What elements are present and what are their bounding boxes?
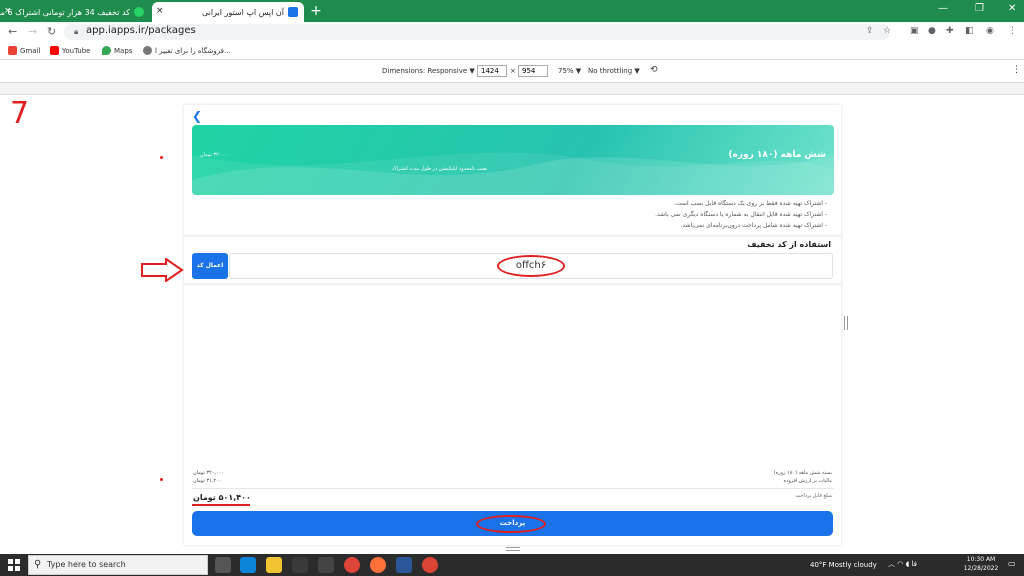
bookmark-label: Maps (114, 46, 133, 55)
annotation-ellipse (497, 255, 565, 277)
back-arrow-icon[interactable]: ← (8, 25, 17, 38)
package-line: بسته شش ماهه (۱۸۰ روزه) (773, 470, 832, 476)
tab-title: کد تخفیف 34 هزار تومانی اشتراک 6 ما... (0, 7, 130, 17)
network-icon[interactable]: ◠ (897, 560, 903, 568)
menu-dots-icon[interactable]: ⋮ (1008, 26, 1017, 36)
globe-icon (143, 46, 152, 55)
extension-icon[interactable]: ▣ (910, 26, 919, 36)
chrome-icon[interactable] (344, 557, 360, 573)
bookmark-label: فروشگاه را برای تغییر ا... (155, 46, 231, 55)
search-placeholder: Type here to search (47, 560, 126, 569)
step-number-annotation: 7 (10, 96, 30, 131)
section-divider (184, 283, 841, 286)
bookmark-gmail[interactable]: Gmail (8, 46, 40, 55)
edge-icon[interactable] (240, 557, 256, 573)
discount-label: استفاده از کد تخفیف (747, 240, 831, 249)
clock-date[interactable]: 12/28/2022 (963, 565, 999, 572)
vat-line: مالیات بر ارزش افزوده (783, 478, 832, 484)
bookmark-label: Gmail (20, 46, 41, 55)
windows-start-icon[interactable] (8, 559, 20, 571)
tray-arrow-icon[interactable]: ︿ (888, 560, 895, 568)
forward-arrow-icon[interactable]: → (28, 25, 37, 38)
annotation-dot (160, 156, 163, 159)
tab-title: آن اپس اپ استور ایرانی (202, 7, 284, 17)
sidepanel-icon[interactable]: ◧ (965, 26, 974, 36)
task-view-icon[interactable] (215, 557, 231, 573)
banner-waves (192, 152, 834, 195)
puzzle-icon[interactable]: ✚ (946, 26, 954, 36)
bookmark-youtube[interactable]: YouTube (50, 46, 90, 55)
feature-item: - اشتراک تهیه شده شامل پرداخت درون‌برنام… (680, 222, 827, 229)
dimension-separator: × (510, 67, 516, 75)
whatsapp-icon (134, 7, 144, 17)
url-text[interactable]: app.iapps.ir/packages (86, 25, 196, 36)
iapps-logo-icon (288, 7, 298, 17)
package-title: شش ماهه (۱۸۰ روزه) (728, 150, 826, 160)
dimensions-select[interactable]: Dimensions: Responsive ▼ (382, 67, 475, 75)
summary-divider (192, 488, 834, 489)
vat-amount: ۳۱,۲۰۰ تومان (193, 478, 222, 484)
profile-circle-icon[interactable]: ● (928, 26, 936, 36)
clock-time[interactable]: 10:30 AM (963, 556, 999, 563)
browser-tab-iapps[interactable]: آن اپس اپ استور ایرانی × (152, 2, 304, 22)
width-input[interactable]: 1424 (477, 65, 507, 77)
height-input[interactable]: 954 (518, 65, 548, 77)
new-tab-button[interactable]: + (308, 3, 324, 19)
gmail-icon (8, 46, 17, 55)
rotate-icon[interactable]: ⟲ (650, 65, 658, 75)
notification-icon[interactable]: ▭ (1008, 559, 1016, 568)
resize-handle-bottom[interactable] (506, 547, 520, 551)
apply-code-button[interactable]: اعمال کد (192, 253, 228, 279)
media-query-ruler (0, 83, 1024, 95)
lock-icon[interactable]: 🔒︎ (74, 27, 78, 37)
maps-icon (102, 46, 111, 55)
volume-icon[interactable]: ◖ (906, 560, 910, 568)
bookmark-label: YouTube (62, 46, 91, 55)
resize-handle-right[interactable] (844, 316, 848, 330)
file-explorer-icon[interactable] (266, 557, 282, 573)
window-close-icon[interactable]: ✕ (1008, 3, 1016, 14)
store-icon[interactable] (292, 557, 308, 573)
annotation-ellipse (476, 515, 546, 533)
throttling-select[interactable]: No throttling ▼ (588, 67, 640, 75)
zoom-select[interactable]: 75% ▼ (558, 67, 581, 75)
annotation-dot (160, 478, 163, 481)
package-amount: ۳۲۰,۰۰۰ تومان (193, 470, 225, 476)
reload-icon[interactable]: ↻ (47, 25, 56, 38)
mail-icon[interactable] (318, 557, 334, 573)
package-note: نصب نامحدود اپلیکیشن در طول مدت اشتراک (392, 166, 488, 172)
annotation-arrow-icon (141, 258, 184, 282)
annotation-underline (192, 504, 250, 506)
chrome-icon[interactable] (422, 557, 438, 573)
word-icon[interactable] (396, 557, 412, 573)
payable-label: مبلغ قابل پرداخت (795, 493, 832, 499)
avatar[interactable]: ◉ (986, 26, 994, 36)
section-divider (184, 234, 841, 237)
search-icon: ⚲ (34, 559, 42, 570)
feature-item: - اشتراک تهیه شده فقط بر روی یک دستگاه ق… (674, 200, 827, 207)
close-icon[interactable]: × (156, 6, 164, 16)
package-banner: شش ماهه (۱۸۰ روزه) ۳۲۰۰۰۰ تومان نصب نامح… (192, 125, 834, 195)
minimize-icon[interactable]: — (938, 3, 948, 14)
bookmark-maps[interactable]: Maps (102, 46, 132, 55)
bookmark-star-icon[interactable]: ☆ (883, 26, 891, 36)
browser-tab-discount[interactable]: کد تخفیف 34 هزار تومانی اشتراک 6 ما... × (0, 2, 150, 22)
package-price: ۳۲۰۰۰۰ تومان (200, 152, 230, 158)
bookmark-store[interactable]: فروشگاه را برای تغییر ا... (143, 46, 231, 55)
maximize-icon[interactable]: ❐ (975, 3, 984, 14)
firefox-icon[interactable] (370, 557, 386, 573)
language-indicator[interactable]: فا (912, 560, 917, 568)
youtube-icon (50, 46, 59, 55)
chevron-left-icon[interactable]: ❮ (192, 109, 202, 123)
feature-item: - اشتراک تهیه شده قابل انتقال به شماره ی… (655, 211, 827, 218)
close-icon[interactable]: × (4, 6, 12, 16)
weather-widget[interactable]: 40°F Mostly cloudy (810, 561, 877, 569)
system-tray[interactable]: ︿ ◠ ◖ فا (888, 559, 917, 569)
more-options-icon[interactable]: ⋮ (1012, 65, 1021, 75)
share-icon[interactable]: ⇪ (866, 26, 874, 36)
payable-amount: ۵۰۱,۴۰۰ تومان (193, 493, 251, 502)
